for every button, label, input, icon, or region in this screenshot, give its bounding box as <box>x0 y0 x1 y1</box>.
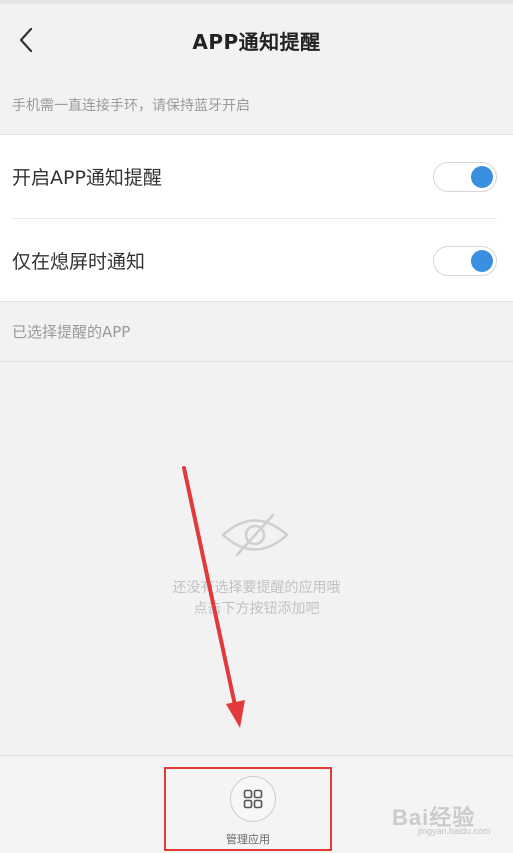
empty-state-line1: 还没有选择要提醒的应用哦 <box>172 580 341 596</box>
toggle-knob <box>471 250 493 272</box>
section-title: 已选择提醒的APP <box>0 302 513 362</box>
settings-card: 开启APP通知提醒 仅在熄屏时通知 <box>0 134 513 302</box>
bluetooth-hint: 手机需一直连接手环，请保持蓝牙开启 <box>12 98 250 114</box>
watermark-logo: Bai经验 jingyan.baidu.com <box>392 800 510 840</box>
empty-state-text: 还没有选择要提醒的应用哦 点击下方按钮添加吧 <box>0 578 513 620</box>
app-notification-toggle[interactable] <box>433 162 497 192</box>
screen-off-toggle[interactable] <box>433 246 497 276</box>
chevron-left-icon <box>19 27 33 53</box>
setting-row-screen-off: 仅在熄屏时通知 <box>0 219 513 302</box>
manage-apps-button[interactable]: 管理应用 <box>164 767 332 851</box>
page-title: APP通知提醒 <box>192 29 321 54</box>
watermark-site: jingyan.baidu.com <box>418 826 491 836</box>
grid-icon <box>243 789 263 809</box>
toggle-knob <box>471 166 493 188</box>
header: APP通知提醒 <box>0 4 513 76</box>
eye-slash-icon <box>221 513 289 557</box>
manage-apps-label: 管理应用 <box>226 833 270 846</box>
empty-state-line2: 点击下方按钮添加吧 <box>193 601 320 617</box>
manage-apps-icon-circle <box>230 776 276 822</box>
setting-row-app-notification: 开启APP通知提醒 <box>0 135 513 218</box>
back-button[interactable] <box>8 18 44 62</box>
setting-label: 仅在熄屏时通知 <box>12 251 146 273</box>
setting-label: 开启APP通知提醒 <box>12 167 162 189</box>
